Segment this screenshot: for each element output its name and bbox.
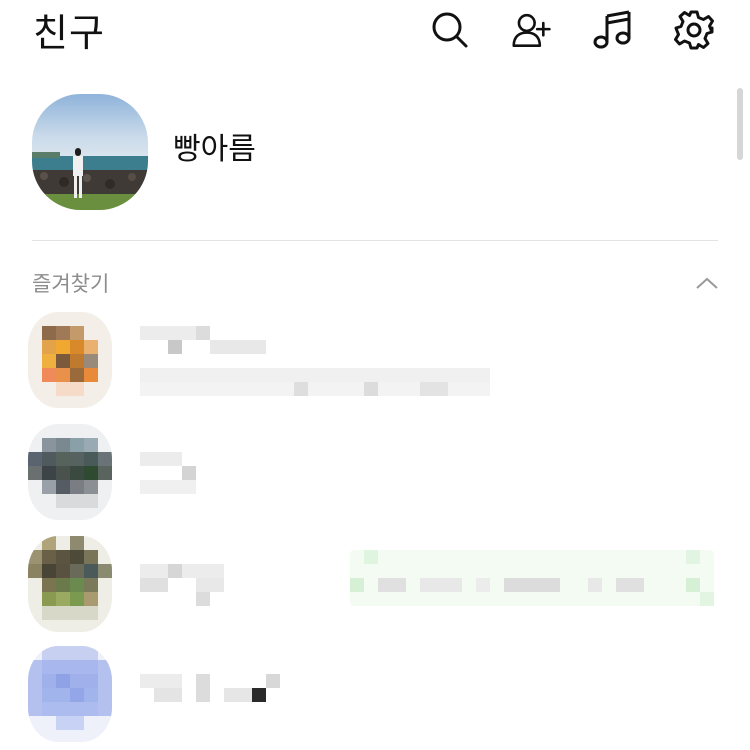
friend-name-redacted — [140, 674, 182, 688]
music-button[interactable] — [592, 10, 632, 50]
music-banner-redacted — [364, 550, 378, 564]
pixelated-avatar — [28, 646, 112, 742]
friend-avatar[interactable] — [28, 312, 112, 408]
music-banner-redacted — [686, 550, 700, 564]
friend-name-redacted — [168, 564, 182, 578]
music-banner-redacted — [588, 578, 602, 592]
profile-name: 빵아름 — [173, 132, 256, 167]
music-banner-redacted — [420, 578, 462, 592]
friend-avatar[interactable] — [28, 646, 112, 742]
friend-item[interactable] — [0, 312, 730, 416]
friend-name-redacted — [168, 340, 182, 354]
page-title: 친구 — [33, 11, 105, 55]
settings-icon — [674, 10, 714, 50]
friend-name-redacted — [196, 674, 210, 702]
friend-name-redacted — [224, 688, 252, 702]
search-icon — [432, 12, 468, 48]
top-bar: 친구 — [0, 0, 750, 70]
friend-name-redacted — [140, 578, 168, 592]
friend-name-redacted — [196, 326, 210, 340]
music-banner-redacted — [504, 578, 560, 592]
friend-item[interactable] — [0, 424, 730, 528]
friend-name-redacted — [196, 578, 224, 592]
music-banner-redacted — [700, 592, 714, 606]
add-friend-icon — [512, 13, 551, 47]
friend-item[interactable] — [0, 536, 730, 640]
music-banner-redacted — [378, 578, 406, 592]
my-profile[interactable]: 빵아름 — [0, 88, 730, 218]
friend-name-redacted — [196, 592, 210, 606]
music-banner-redacted — [476, 578, 490, 592]
friend-status-redacted — [140, 368, 490, 382]
music-banner-redacted — [350, 578, 364, 592]
friend-status-redacted — [420, 382, 448, 396]
collapse-button[interactable] — [690, 268, 724, 298]
friend-status-redacted — [294, 382, 308, 396]
pixelated-avatar — [28, 312, 112, 408]
divider — [32, 240, 718, 241]
friend-avatar[interactable] — [28, 536, 112, 632]
scrollbar[interactable] — [737, 88, 743, 160]
search-button[interactable] — [430, 10, 470, 50]
friend-name-redacted — [210, 340, 266, 354]
friend-name-redacted — [182, 466, 196, 480]
favorites-title: 즐겨찾기 — [32, 272, 110, 296]
music-banner-redacted — [616, 578, 644, 592]
pixelated-avatar — [28, 536, 112, 632]
friend-name-redacted — [140, 564, 224, 578]
friend-avatar[interactable] — [28, 424, 112, 520]
chevron-up-icon — [696, 277, 718, 289]
friend-name-redacted — [140, 480, 196, 494]
friend-item[interactable] — [0, 646, 730, 750]
settings-button[interactable] — [674, 10, 714, 50]
favorites-section-header[interactable]: 즐겨찾기 — [0, 262, 730, 306]
friend-name-redacted — [140, 452, 182, 466]
friend-name-redacted — [154, 688, 182, 702]
friend-status-redacted — [364, 382, 378, 396]
add-friend-button[interactable] — [512, 10, 552, 50]
music-banner-redacted — [686, 578, 700, 592]
pixelated-avatar — [28, 424, 112, 520]
friend-name-redacted — [140, 326, 196, 340]
profile-avatar[interactable] — [32, 94, 148, 210]
friend-name-redacted — [252, 688, 266, 702]
friend-name-redacted — [266, 674, 280, 688]
profile-photo — [32, 94, 148, 210]
music-icon — [593, 10, 631, 49]
